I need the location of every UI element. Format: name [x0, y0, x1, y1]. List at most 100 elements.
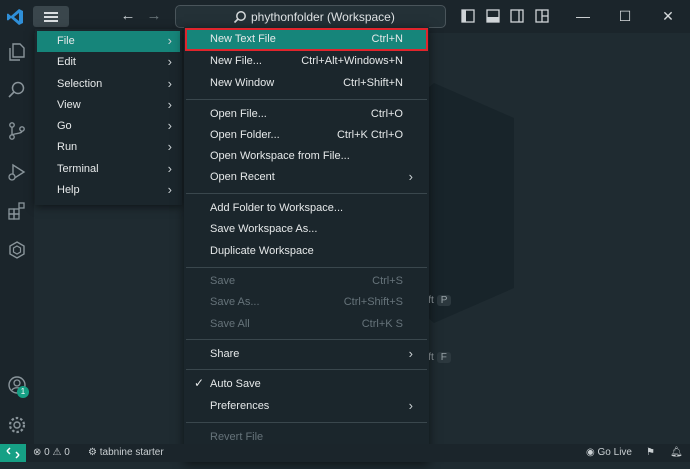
chevron-right-icon: ›	[408, 346, 413, 361]
menu-item-label: New Text File	[210, 33, 276, 45]
menu-item-run[interactable]: Run ›	[37, 137, 180, 158]
maximize-button[interactable]: ☐	[615, 6, 635, 26]
menu-item-open-workspace-from-file[interactable]: Open Workspace from File...	[186, 146, 427, 167]
error-count: 0	[44, 447, 50, 458]
command-center-search[interactable]: phythonfolder (Workspace)	[175, 5, 446, 28]
chevron-right-icon: ›	[167, 161, 172, 176]
chevron-right-icon: ›	[167, 139, 172, 154]
menu-item-duplicate-workspace[interactable]: Duplicate Workspace	[186, 241, 427, 262]
menu-button[interactable]	[33, 6, 69, 27]
toggle-panel-icon[interactable]	[486, 9, 500, 23]
menu-item-label: File	[57, 35, 75, 47]
menu-item-help[interactable]: Help ›	[37, 180, 180, 201]
menu-item-label: Run	[57, 141, 78, 153]
menu-item-open-file[interactable]: Open File... Ctrl+O	[186, 104, 427, 125]
search-sidebar-icon[interactable]	[7, 80, 27, 100]
menu-item-label: Open File...	[210, 108, 267, 120]
menu-item-open-folder[interactable]: Open Folder... Ctrl+K Ctrl+O	[186, 125, 427, 146]
menu-item-label: Open Recent	[210, 171, 275, 183]
chevron-right-icon: ›	[408, 398, 413, 413]
menu-item-view[interactable]: View ›	[37, 95, 180, 116]
chevron-right-icon: ›	[167, 118, 172, 133]
warning-icon: ⚠	[52, 447, 62, 458]
chevron-right-icon: ›	[167, 97, 172, 112]
menu-item-label: Open Workspace from File...	[210, 150, 350, 162]
menu-item-add-folder-to-workspace[interactable]: Add Folder to Workspace...	[186, 198, 427, 219]
checkmark-icon: ✓	[194, 376, 205, 390]
chevron-right-icon: ›	[408, 169, 413, 184]
vscode-logo-icon	[7, 9, 23, 25]
forward-arrow-icon[interactable]: →	[145, 7, 163, 25]
toggle-secondary-sidebar-icon[interactable]	[510, 9, 524, 23]
shortcut-hint-1: ift P	[426, 295, 452, 306]
menu-item-save-all[interactable]: Save All Ctrl+K S	[186, 314, 427, 335]
tabnine-status[interactable]: ⚙ tabnine starter	[88, 447, 164, 458]
menu-item-label: Share	[210, 348, 240, 360]
shortcut-hint-2: ift F	[426, 352, 451, 363]
customize-layout-icon[interactable]	[535, 9, 549, 23]
menu-item-label: New Window	[210, 77, 275, 89]
menu-item-share[interactable]: Share ›	[186, 344, 427, 365]
menu-item-label: New File...	[210, 55, 262, 67]
menu-item-label: Auto Save	[210, 378, 261, 390]
tabnine-label: tabnine starter	[99, 447, 164, 458]
menu-separator	[186, 267, 427, 268]
toggle-primary-sidebar-icon[interactable]	[461, 9, 475, 23]
source-control-icon[interactable]	[7, 121, 27, 141]
menu-item-new-file[interactable]: New File... Ctrl+Alt+Windows+N	[186, 51, 427, 72]
menu-item-label: Open Folder...	[210, 129, 280, 141]
menu-item-go[interactable]: Go ›	[37, 116, 180, 137]
menu-item-label: Save	[210, 275, 236, 287]
menu-separator	[186, 422, 427, 423]
close-button[interactable]: ✕	[658, 6, 678, 26]
menu-item-selection[interactable]: Selection ›	[37, 74, 180, 95]
menu-item-label: Preferences	[210, 400, 270, 412]
menu-separator	[186, 369, 427, 370]
chevron-right-icon: ›	[167, 182, 172, 197]
remote-button[interactable]	[0, 444, 26, 462]
menu-item-new-text-file[interactable]: New Text File Ctrl+N	[185, 28, 428, 51]
error-icon: ⊗	[33, 447, 42, 458]
menu-separator	[186, 193, 427, 194]
menu-item-save-workspace-as[interactable]: Save Workspace As...	[186, 219, 427, 240]
menu-item-label: Revert File	[210, 431, 264, 443]
menu-item-save-as[interactable]: Save As... Ctrl+Shift+S	[186, 292, 427, 313]
back-arrow-icon[interactable]: ←	[119, 7, 137, 25]
menu-item-edit[interactable]: Edit ›	[37, 52, 180, 73]
menu-item-shortcut: Ctrl+K Ctrl+O	[336, 129, 403, 141]
menu-item-terminal[interactable]: Terminal ›	[37, 159, 180, 180]
menu-item-save[interactable]: Save Ctrl+S	[186, 271, 427, 292]
problems-indicator[interactable]: ⊗ 0 ⚠ 0	[33, 447, 70, 458]
menu-item-label: Help	[57, 184, 80, 196]
extensions-icon[interactable]	[7, 201, 27, 221]
menu-item-shortcut: Ctrl+K S	[361, 318, 403, 330]
notifications-bell-icon[interactable]: 🔔︎	[670, 447, 683, 458]
menu-item-label: Edit	[57, 56, 76, 68]
activity-bar: 1	[0, 33, 34, 444]
menu-separator	[186, 339, 427, 340]
menu-item-new-window[interactable]: New Window Ctrl+Shift+N	[186, 73, 427, 94]
menu-item-file[interactable]: File ›	[37, 31, 180, 52]
menu-item-auto-save[interactable]: ✓ Auto Save	[186, 374, 427, 395]
menu-item-shortcut: Ctrl+O	[370, 108, 403, 120]
warning-count: 0	[64, 447, 70, 458]
tabnine-status-icon: ⚙	[88, 447, 97, 458]
run-debug-icon[interactable]	[7, 162, 27, 182]
menu-item-label: Add Folder to Workspace...	[210, 202, 344, 214]
menu-item-label: View	[57, 99, 81, 111]
explorer-icon[interactable]	[7, 42, 27, 62]
go-live-button[interactable]: ◉ Go Live	[586, 447, 632, 458]
broadcast-icon: ◉	[586, 447, 595, 458]
settings-gear-icon[interactable]	[7, 415, 27, 435]
chevron-right-icon: ›	[167, 76, 172, 91]
go-live-label: Go Live	[597, 447, 632, 458]
menu-item-open-recent[interactable]: Open Recent ›	[186, 167, 427, 188]
remote-icon	[6, 447, 20, 459]
accounts-badge: 1	[17, 386, 29, 398]
minimize-button[interactable]: —	[573, 6, 593, 26]
menu-item-preferences[interactable]: Preferences ›	[186, 396, 427, 417]
menu-separator	[186, 99, 427, 100]
chevron-right-icon: ›	[167, 54, 172, 69]
tabnine-icon[interactable]	[7, 240, 27, 260]
feedback-icon[interactable]: ⚑	[646, 447, 655, 458]
